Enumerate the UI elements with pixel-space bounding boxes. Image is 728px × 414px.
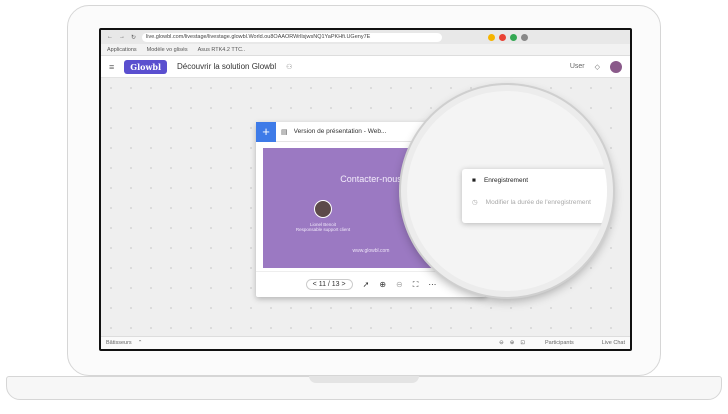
bookmarks-bar: Applications Modèle vo glisés Asus RTK4.… bbox=[101, 44, 630, 56]
bookmark[interactable]: Modèle vo glisés bbox=[147, 47, 188, 53]
extensions bbox=[488, 33, 529, 41]
menu-item-label: Modifier la durée de l'enregistrement bbox=[485, 198, 591, 206]
url-text: live.glowbl.com/livestage/livestage.glow… bbox=[146, 34, 371, 40]
extension-icon[interactable] bbox=[488, 33, 496, 41]
video-icon: ■ bbox=[472, 176, 476, 184]
laptop-mockup: ← → ↻ live.glowbl.com/livestage/livestag… bbox=[0, 0, 728, 414]
zoom-out-icon[interactable]: ⊖ bbox=[396, 280, 403, 289]
status-left[interactable]: Bâtisseurs bbox=[106, 340, 132, 346]
share-user[interactable]: User bbox=[570, 63, 585, 70]
menu-item-recording[interactable]: ■ Enregistrement bbox=[462, 169, 607, 191]
menu-item-duration[interactable]: ◷ Modifier la durée de l'enregistrement bbox=[462, 191, 607, 213]
fit-icon[interactable]: ⊡ bbox=[520, 340, 525, 346]
menu-icon[interactable]: ≡ bbox=[109, 62, 114, 72]
browser-toolbar: ← → ↻ live.glowbl.com/livestage/livestag… bbox=[101, 30, 630, 44]
chevron-up-icon[interactable]: ⌃ bbox=[138, 340, 143, 346]
document-icon: ▤ bbox=[281, 128, 288, 136]
status-bar: Bâtisseurs ⌃ ⊖ ⊕ ⊡ Participants Live Cha… bbox=[101, 336, 630, 349]
contact-card: Lionel Benoit Responsable support client bbox=[293, 200, 353, 232]
bookmark[interactable]: Applications bbox=[107, 47, 137, 53]
reload-icon[interactable]: ↻ bbox=[131, 34, 136, 41]
forward-icon[interactable]: → bbox=[119, 34, 125, 40]
clock-icon: ◷ bbox=[472, 199, 478, 206]
back-icon[interactable]: ← bbox=[107, 34, 113, 40]
pointer-icon[interactable]: ➚ bbox=[363, 280, 370, 289]
extension-icon[interactable] bbox=[499, 33, 507, 41]
address-bar[interactable]: live.glowbl.com/livestage/livestage.glow… bbox=[142, 32, 443, 42]
page-title: Découvrir la solution Glowbl bbox=[177, 62, 277, 71]
zoom-out-icon[interactable]: ⊖ bbox=[499, 340, 504, 346]
header-tools: User ◇ bbox=[570, 60, 622, 73]
laptop-notch bbox=[309, 376, 419, 383]
document-title: Version de présentation - Web... bbox=[293, 128, 387, 135]
context-menu: ■ Enregistrement ◷ Modifier la durée de … bbox=[462, 169, 607, 223]
app-header: ≡ Glowbl Découvrir la solution Glowbl ⚇ … bbox=[101, 56, 630, 78]
add-button[interactable]: + bbox=[256, 121, 276, 142]
fullscreen-icon[interactable]: ⛶ bbox=[413, 280, 419, 290]
more-icon[interactable]: ⋯ bbox=[428, 280, 436, 289]
extension-icon[interactable] bbox=[521, 33, 529, 41]
bookmark[interactable]: Asus RTK4.2 TTC.. bbox=[198, 47, 245, 53]
avatar bbox=[314, 200, 332, 218]
logo: Glowbl bbox=[124, 59, 167, 74]
zoom-in-icon[interactable]: ⊕ bbox=[379, 280, 386, 289]
page-navigator[interactable]: < 11 / 13 > bbox=[305, 279, 353, 290]
add-user-icon[interactable]: ⚇ bbox=[286, 63, 292, 71]
magnifier-overlay: ■ Enregistrement ◷ Modifier la durée de … bbox=[401, 85, 613, 297]
live-chat-tab[interactable]: Live Chat bbox=[602, 340, 625, 346]
menu-item-label: Enregistrement bbox=[483, 176, 529, 184]
zoom-in-icon[interactable]: ⊕ bbox=[510, 340, 515, 346]
person-role: Responsable support client bbox=[295, 227, 351, 232]
bell-icon[interactable]: ◇ bbox=[595, 63, 600, 71]
avatar[interactable] bbox=[610, 60, 622, 73]
participants-tab[interactable]: Participants bbox=[545, 340, 574, 346]
extension-icon[interactable] bbox=[510, 33, 518, 41]
laptop-screen: ← → ↻ live.glowbl.com/livestage/livestag… bbox=[101, 30, 630, 349]
